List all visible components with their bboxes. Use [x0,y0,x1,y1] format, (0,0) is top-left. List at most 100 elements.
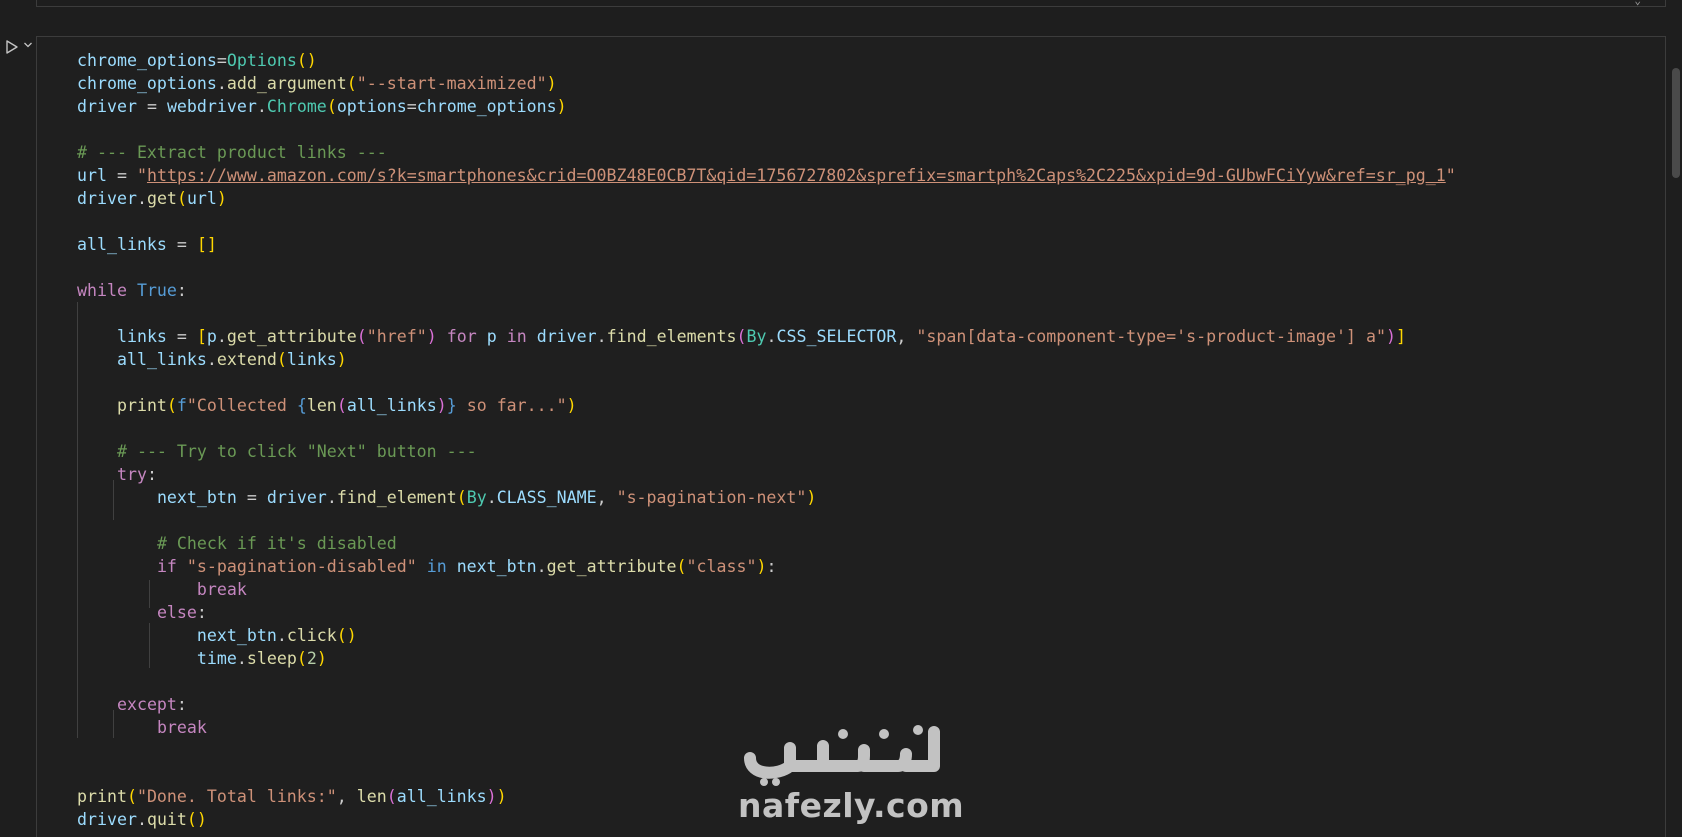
code-token: options [336,97,407,116]
code-token: . [326,488,337,507]
code-token: ( [336,396,347,415]
code-token: chrome_options [77,51,217,70]
code-token: " [136,166,147,185]
code-line[interactable]: url = "https://www.amazon.com/s?k=smartp… [77,164,1456,187]
code-line[interactable]: # Check if it's disabled [77,532,1456,555]
watermark-text: nafezly.com [738,786,965,825]
play-icon [6,40,18,54]
code-token: print [116,396,167,415]
code-token: "class" [686,557,757,576]
code-token: else [156,603,197,622]
chevron-down-icon [24,42,32,48]
code-token: ( [276,350,287,369]
code-token: for [446,327,477,346]
code-token: in [506,327,527,346]
code-token: find_element [336,488,457,507]
code-token: driver [536,327,597,346]
code-token: : [766,557,777,576]
collapse-chevron-icon[interactable]: ⌄ [1634,0,1641,7]
code-token: = [406,97,417,116]
run-cell-button[interactable] [4,38,22,56]
code-line[interactable] [77,670,1456,693]
code-line[interactable]: driver.get(url) [77,187,1456,210]
code-token: driver [77,97,137,116]
code-token: url [186,189,217,208]
code-token: Options [226,51,297,70]
code-token: . [536,557,547,576]
code-token: ( [676,557,687,576]
code-line[interactable]: time.sleep(2) [77,647,1456,670]
code-token: next_btn [456,557,537,576]
code-token: By [746,327,767,346]
code-line[interactable]: try: [77,463,1456,486]
code-token: all_links [346,396,437,415]
code-token: By [466,488,487,507]
code-token: get_attribute [226,327,357,346]
code-token: try [116,465,147,484]
code-token: in [426,557,447,576]
code-token: quit [146,810,187,829]
code-token: print [77,787,127,806]
code-token: https://www.amazon.com/s?k=smartphones&c… [146,166,1446,185]
code-token: sleep [246,649,297,668]
code-token: break [156,718,207,737]
code-line[interactable]: print(f"Collected {len(all_links)} so fa… [77,394,1456,417]
code-line[interactable] [77,417,1456,440]
code-token: . [596,327,607,346]
watermark: nafezly.com [738,718,965,828]
code-token: links [286,350,337,369]
previous-cell-output: ⌄ [36,0,1666,7]
code-line[interactable] [77,210,1456,233]
scrollbar-thumb[interactable] [1672,68,1680,178]
code-token: "Collected [186,396,297,415]
code-token: ) [556,97,567,116]
code-line[interactable]: break [77,578,1456,601]
code-token: , [596,488,617,507]
code-line[interactable]: driver = webdriver.Chrome(options=chrome… [77,95,1456,118]
code-token: driver [77,189,137,208]
code-line[interactable]: except: [77,693,1456,716]
code-line[interactable] [77,302,1456,325]
code-token: , [896,327,917,346]
code-line[interactable] [77,371,1456,394]
code-token: 2 [306,649,317,668]
code-token: CLASS_NAME [496,488,597,507]
code-token: ) [316,649,327,668]
run-options-button[interactable] [23,40,35,54]
code-token: # --- Extract product links --- [77,143,387,162]
code-line[interactable]: chrome_options.add_argument("--start-max… [77,72,1456,95]
code-token: click [286,626,337,645]
code-line[interactable]: if "s-pagination-disabled" in next_btn.g… [77,555,1456,578]
code-line[interactable]: while True: [77,279,1456,302]
code-line[interactable]: next_btn.click() [77,624,1456,647]
code-line[interactable]: # --- Try to click "Next" button --- [77,440,1456,463]
code-token: { [296,396,307,415]
code-line[interactable] [77,256,1456,279]
code-line[interactable] [77,509,1456,532]
code-token: = [216,51,227,70]
code-line[interactable]: links = [p.get_attribute("href") for p i… [77,325,1456,348]
code-line[interactable]: next_btn = driver.find_element(By.CLASS_… [77,486,1456,509]
code-line[interactable]: all_links.extend(links) [77,348,1456,371]
code-token: ( [456,488,467,507]
code-editor[interactable]: chrome_options=Options() chrome_options.a… [77,49,1456,831]
code-line[interactable]: else: [77,601,1456,624]
code-token: ( [356,327,367,346]
vertical-scrollbar[interactable] [1670,68,1682,828]
code-token: find_elements [606,327,737,346]
code-token: . [136,810,147,829]
code-line[interactable]: chrome_options=Options() [77,49,1456,72]
code-line[interactable]: all_links = [] [77,233,1456,256]
code-token: . [256,97,267,116]
code-line[interactable]: # --- Extract product links --- [77,141,1456,164]
code-line[interactable] [77,118,1456,141]
code-token: ) [336,350,347,369]
